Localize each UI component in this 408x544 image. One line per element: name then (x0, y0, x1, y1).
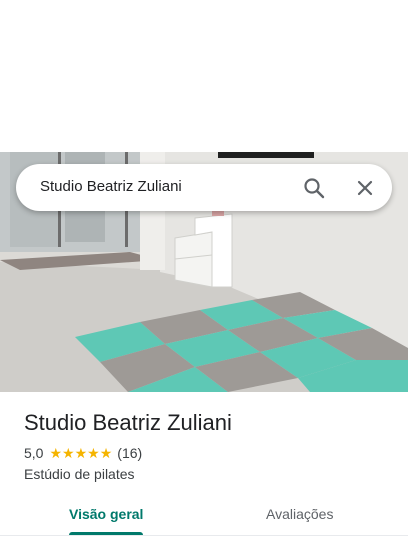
place-title: Studio Beatriz Zuliani (24, 410, 232, 435)
rating-value: 5,0 (24, 445, 44, 461)
search-bar[interactable]: Studio Beatriz Zuliani (16, 164, 392, 211)
star-rating: ★ ★ ★ ★ ★ (49, 446, 112, 460)
review-count[interactable]: (16) (117, 445, 142, 461)
rating-row[interactable]: 5,0 ★ ★ ★ ★ ★ (16) (24, 445, 142, 461)
star-icon: ★ (62, 445, 75, 461)
search-button[interactable] (298, 172, 330, 204)
star-icon: ★ (87, 445, 100, 461)
place-tabs: Visão geral Avaliações (0, 496, 408, 544)
tab-overview[interactable]: Visão geral (69, 506, 143, 522)
clear-search-button[interactable] (349, 172, 381, 204)
map-blank-area (0, 0, 408, 152)
tv (218, 152, 314, 158)
star-icon: ★ (99, 445, 113, 461)
star-icon: ★ (74, 445, 88, 461)
shelf (174, 231, 213, 288)
search-input[interactable]: Studio Beatriz Zuliani (40, 178, 182, 195)
search-icon (304, 178, 325, 199)
close-icon (357, 180, 373, 196)
tab-reviews[interactable]: Avaliações (266, 506, 333, 522)
tabs-divider (0, 535, 408, 536)
place-category[interactable]: Estúdio de pilates (24, 466, 135, 482)
star-icon: ★ (49, 445, 63, 461)
